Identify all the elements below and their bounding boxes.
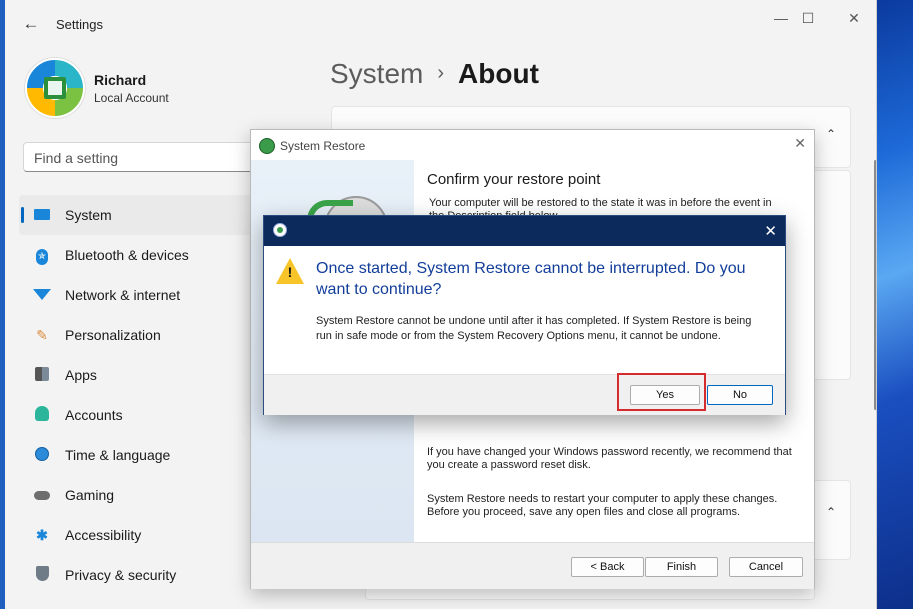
account-type: Local Account bbox=[94, 91, 169, 105]
restart-note: System Restore needs to restart your com… bbox=[427, 493, 778, 518]
sidebar-item-accounts[interactable]: Accounts bbox=[19, 395, 255, 435]
sidebar-item-label: Accessibility bbox=[65, 527, 142, 543]
maximize-icon[interactable]: ☐ bbox=[790, 6, 826, 30]
sidebar-nav: System ✯ Bluetooth & devices Network & i… bbox=[19, 195, 255, 595]
back-button[interactable]: < Back bbox=[571, 557, 644, 577]
wizard-heading: Confirm your restore point bbox=[427, 171, 601, 188]
sidebar-item-personalization[interactable]: ✎ Personalization bbox=[19, 315, 255, 355]
system-restore-title: System Restore bbox=[280, 139, 366, 153]
app-title: Settings bbox=[56, 17, 103, 32]
sidebar-item-label: Network & internet bbox=[65, 287, 181, 303]
dialog-body-text: System Restore cannot be undone until af… bbox=[316, 315, 752, 342]
sidebar-item-label: System bbox=[65, 207, 112, 223]
globe-clock-icon bbox=[32, 446, 52, 464]
back-arrow-icon[interactable]: ← bbox=[19, 12, 43, 36]
breadcrumb-parent[interactable]: System bbox=[330, 58, 423, 89]
sidebar-item-apps[interactable]: Apps bbox=[19, 355, 255, 395]
brush-icon: ✎ bbox=[36, 326, 48, 343]
search-input[interactable]: Find a setting bbox=[23, 142, 263, 172]
scrollbar[interactable] bbox=[874, 160, 876, 410]
breadcrumb: System › About bbox=[330, 58, 539, 90]
bluetooth-icon: ✯ bbox=[32, 246, 52, 265]
shield-icon bbox=[32, 566, 52, 584]
page-title: About bbox=[458, 58, 539, 89]
settings-titlebar: ← Settings — ☐ ✕ bbox=[5, 0, 876, 48]
breadcrumb-separator: › bbox=[437, 62, 445, 84]
avatar[interactable] bbox=[25, 58, 85, 118]
finish-button[interactable]: Finish bbox=[645, 557, 718, 577]
accessibility-icon: ✱ bbox=[36, 526, 48, 543]
monitor-icon bbox=[32, 207, 52, 223]
sidebar-item-bluetooth[interactable]: ✯ Bluetooth & devices bbox=[19, 235, 255, 275]
close-icon[interactable]: ✕ bbox=[764, 222, 777, 240]
close-icon[interactable]: ✕ bbox=[794, 135, 806, 152]
sidebar-item-label: Bluetooth & devices bbox=[65, 247, 189, 263]
sidebar-item-accessibility[interactable]: ✱ Accessibility bbox=[19, 515, 255, 555]
chevron-up-icon[interactable]: ⌃ bbox=[826, 505, 836, 519]
sidebar-item-time-language[interactable]: Time & language bbox=[19, 435, 255, 475]
wizard-description: Your computer will be restored to the st… bbox=[429, 197, 772, 217]
no-button[interactable]: No bbox=[707, 385, 773, 405]
password-note: If you have changed your Windows passwor… bbox=[427, 446, 792, 471]
user-name: Richard bbox=[94, 72, 147, 88]
chevron-up-icon[interactable]: ⌃ bbox=[826, 127, 836, 141]
dialog-footer: Yes No bbox=[264, 374, 785, 415]
dialog-main-instruction: Once started, System Restore cannot be i… bbox=[316, 260, 746, 298]
system-restore-icon bbox=[273, 223, 287, 237]
sidebar-item-privacy[interactable]: Privacy & security bbox=[19, 555, 255, 595]
apps-icon bbox=[32, 366, 52, 384]
wifi-icon bbox=[32, 287, 52, 303]
sidebar-item-label: Time & language bbox=[65, 447, 171, 463]
warning-exclamation: ! bbox=[287, 264, 293, 280]
cancel-button[interactable]: Cancel bbox=[729, 557, 803, 577]
gamepad-icon bbox=[32, 487, 52, 503]
sidebar-item-label: Accounts bbox=[65, 407, 123, 423]
dialog-titlebar: ✕ bbox=[264, 216, 785, 246]
sidebar-item-gaming[interactable]: Gaming bbox=[19, 475, 255, 515]
close-icon[interactable]: ✕ bbox=[836, 6, 872, 30]
sidebar-item-label: Personalization bbox=[65, 327, 161, 343]
person-icon bbox=[32, 406, 52, 424]
confirm-dialog: ✕ ! Once started, System Restore cannot … bbox=[263, 215, 786, 415]
sidebar-item-system[interactable]: System bbox=[19, 195, 255, 235]
highlight-box bbox=[617, 373, 706, 411]
desktop-wallpaper bbox=[876, 0, 913, 609]
sidebar-item-network[interactable]: Network & internet bbox=[19, 275, 255, 315]
system-restore-titlebar: System Restore ✕ bbox=[251, 130, 814, 160]
avatar-logo bbox=[44, 77, 66, 99]
system-restore-icon bbox=[259, 138, 275, 154]
sidebar-item-label: Gaming bbox=[65, 487, 115, 503]
wizard-footer: < Back Finish Cancel bbox=[251, 542, 814, 589]
sidebar-item-label: Privacy & security bbox=[65, 567, 177, 583]
sidebar-item-label: Apps bbox=[65, 367, 97, 383]
